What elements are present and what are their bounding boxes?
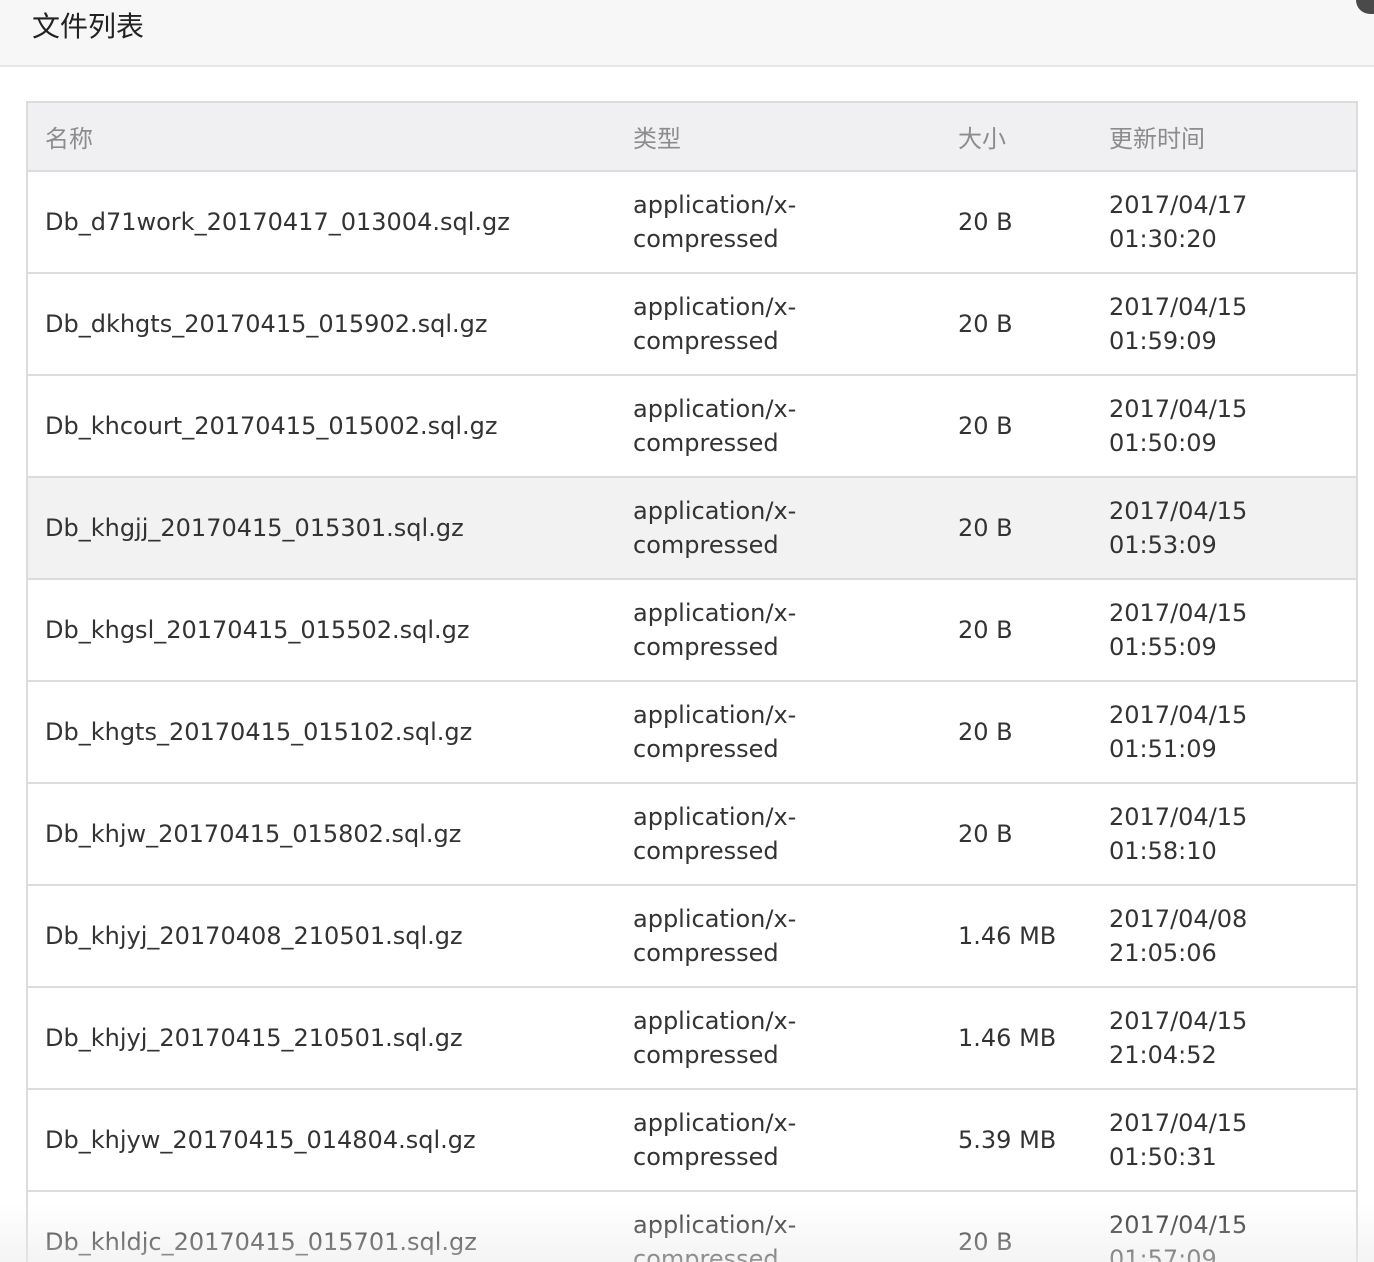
column-header-updated[interactable]: 更新时间 [1092, 103, 1356, 172]
file-name-cell[interactable]: Db_khjyw_20170415_014804.sql.gz [28, 1089, 616, 1192]
file-size-cell: 20 B [941, 477, 1092, 580]
updated-time-text: 2017/04/15 01:50:31 [1109, 1109, 1248, 1171]
updated-time-text: 2017/04/15 01:57:09 [1109, 1211, 1248, 1262]
column-header-name[interactable]: 名称 [28, 103, 616, 172]
file-size-cell: 1.46 MB [941, 885, 1092, 988]
file-type-cell: application/x-compressed [616, 171, 941, 274]
file-name-cell[interactable]: Db_khgjj_20170415_015301.sql.gz [28, 477, 616, 580]
file-type-cell: application/x-compressed [616, 681, 941, 784]
file-name-cell[interactable]: Db_khjw_20170415_015802.sql.gz [28, 783, 616, 886]
file-name-cell[interactable]: Db_khgsl_20170415_015502.sql.gz [28, 579, 616, 682]
table-row[interactable]: Db_khldjc_20170415_015701.sql.gz applicat… [28, 1191, 1356, 1262]
file-type-text: application/x-compressed [633, 1211, 797, 1262]
updated-time-text: 2017/04/15 21:04:52 [1109, 1007, 1248, 1069]
file-type-text: application/x-compressed [633, 701, 797, 763]
table-row[interactable]: Db_khgsl_20170415_015502.sql.gz applicati… [28, 579, 1356, 682]
file-name-cell[interactable]: Db_khjyj_20170408_210501.sql.gz [28, 885, 616, 988]
file-type-text: application/x-compressed [633, 1109, 797, 1171]
file-size-cell: 1.46 MB [941, 987, 1092, 1090]
file-name-cell[interactable]: Db_khcourt_20170415_015002.sql.gz [28, 375, 616, 478]
updated-time-text: 2017/04/15 01:55:09 [1109, 599, 1248, 661]
file-name-cell[interactable]: Db_dkhgts_20170415_015902.sql.gz [28, 273, 616, 376]
file-type-text: application/x-compressed [633, 293, 797, 355]
file-type-text: application/x-compressed [633, 395, 797, 457]
table-header-row: 名称 类型 大小 更新时间 [28, 103, 1356, 172]
updated-time-text: 2017/04/08 21:05:06 [1109, 905, 1248, 967]
file-list-page: 文件列表 名称 类型 大小 更新时间 Db_d71work_20170417_0… [0, 0, 1374, 1262]
table-row[interactable]: Db_dkhgts_20170415_015902.sql.gz applicat… [28, 273, 1356, 376]
file-type-cell: application/x-compressed [616, 987, 941, 1090]
file-type-cell: application/x-compressed [616, 477, 941, 580]
file-size-cell: 20 B [941, 579, 1092, 682]
panel-header: 文件列表 [0, 0, 1374, 67]
updated-time-cell: 2017/04/15 21:04:52 [1092, 987, 1356, 1090]
table-body: Db_d71work_20170417_013004.sql.gzapplica… [28, 171, 1356, 1262]
file-type-text: application/x-compressed [633, 803, 797, 865]
column-header-size[interactable]: 大小 [941, 103, 1092, 172]
file-size-cell: 20 B [941, 681, 1092, 784]
updated-time-text: 2017/04/17 01:30:20 [1109, 191, 1248, 253]
updated-time-text: 2017/04/15 01:59:09 [1109, 293, 1248, 355]
table-row[interactable]: Db_khjyw_20170415_014804.sql.gz applicati… [28, 1089, 1356, 1192]
updated-time-text: 2017/04/15 01:51:09 [1109, 701, 1248, 763]
column-header-type[interactable]: 类型 [616, 103, 941, 172]
updated-time-cell: 2017/04/15 01:50:09 [1092, 375, 1356, 478]
updated-time-cell: 2017/04/15 01:57:09 [1092, 1191, 1356, 1262]
updated-time-text: 2017/04/15 01:58:10 [1109, 803, 1248, 865]
file-size-cell: 20 B [941, 273, 1092, 376]
table-row[interactable]: Db_khjw_20170415_015802.sql.gz applicatio… [28, 783, 1356, 886]
file-type-cell: application/x-compressed [616, 783, 941, 886]
file-size-cell: 20 B [941, 375, 1092, 478]
file-size-cell: 5.39 MB [941, 1089, 1092, 1192]
updated-time-cell: 2017/04/08 21:05:06 [1092, 885, 1356, 988]
file-table: 名称 类型 大小 更新时间 Db_d71work_20170417_013004… [28, 103, 1356, 1262]
file-size-cell: 20 B [941, 1191, 1092, 1262]
file-type-text: application/x-compressed [633, 497, 797, 559]
updated-time-cell: 2017/04/15 01:50:31 [1092, 1089, 1356, 1192]
file-type-cell: application/x-compressed [616, 1089, 941, 1192]
panel-title: 文件列表 [32, 10, 145, 43]
file-type-text: application/x-compressed [633, 1007, 797, 1069]
table-row[interactable]: Db_khjyj_20170408_210501.sql.gz applicati… [28, 885, 1356, 988]
table-row[interactable]: Db_khgts_20170415_015102.sql.gz applicati… [28, 681, 1356, 784]
updated-time-cell: 2017/04/15 01:59:09 [1092, 273, 1356, 376]
file-type-text: application/x-compressed [633, 905, 797, 967]
file-type-text: application/x-compressed [633, 191, 797, 253]
file-type-cell: application/x-compressed [616, 273, 941, 376]
table-row[interactable]: Db_khjyj_20170415_210501.sql.gz applicati… [28, 987, 1356, 1090]
file-size-cell: 20 B [941, 171, 1092, 274]
table-row[interactable]: Db_d71work_20170417_013004.sql.gz applica… [28, 171, 1356, 274]
file-name-cell[interactable]: Db_khldjc_20170415_015701.sql.gz [28, 1191, 616, 1262]
updated-time-cell: 2017/04/15 01:51:09 [1092, 681, 1356, 784]
updated-time-text: 2017/04/15 01:50:09 [1109, 395, 1248, 457]
file-type-cell: application/x-compressed [616, 1191, 941, 1262]
table-row[interactable]: Db_khcourt_20170415_015002.sql.gz applica… [28, 375, 1356, 478]
file-table-container: 名称 类型 大小 更新时间 Db_d71work_20170417_013004… [26, 101, 1358, 1262]
table-header: 名称 类型 大小 更新时间 [28, 103, 1356, 172]
file-name-cell[interactable]: Db_d71work_20170417_013004.sql.gz [28, 171, 616, 274]
file-type-cell: application/x-compressed [616, 375, 941, 478]
updated-time-cell: 2017/04/17 01:30:20 [1092, 171, 1356, 274]
updated-time-cell: 2017/04/15 01:55:09 [1092, 579, 1356, 682]
table-row[interactable]: Db_khgjj_20170415_015301.sql.gz applicati… [28, 477, 1356, 580]
updated-time-cell: 2017/04/15 01:58:10 [1092, 783, 1356, 886]
updated-time-cell: 2017/04/15 01:53:09 [1092, 477, 1356, 580]
file-type-cell: application/x-compressed [616, 885, 941, 988]
file-size-cell: 20 B [941, 783, 1092, 886]
corner-decoration [1356, 0, 1374, 14]
file-type-cell: application/x-compressed [616, 579, 941, 682]
file-type-text: application/x-compressed [633, 599, 797, 661]
updated-time-text: 2017/04/15 01:53:09 [1109, 497, 1248, 559]
file-name-cell[interactable]: Db_khjyj_20170415_210501.sql.gz [28, 987, 616, 1090]
file-name-cell[interactable]: Db_khgts_20170415_015102.sql.gz [28, 681, 616, 784]
